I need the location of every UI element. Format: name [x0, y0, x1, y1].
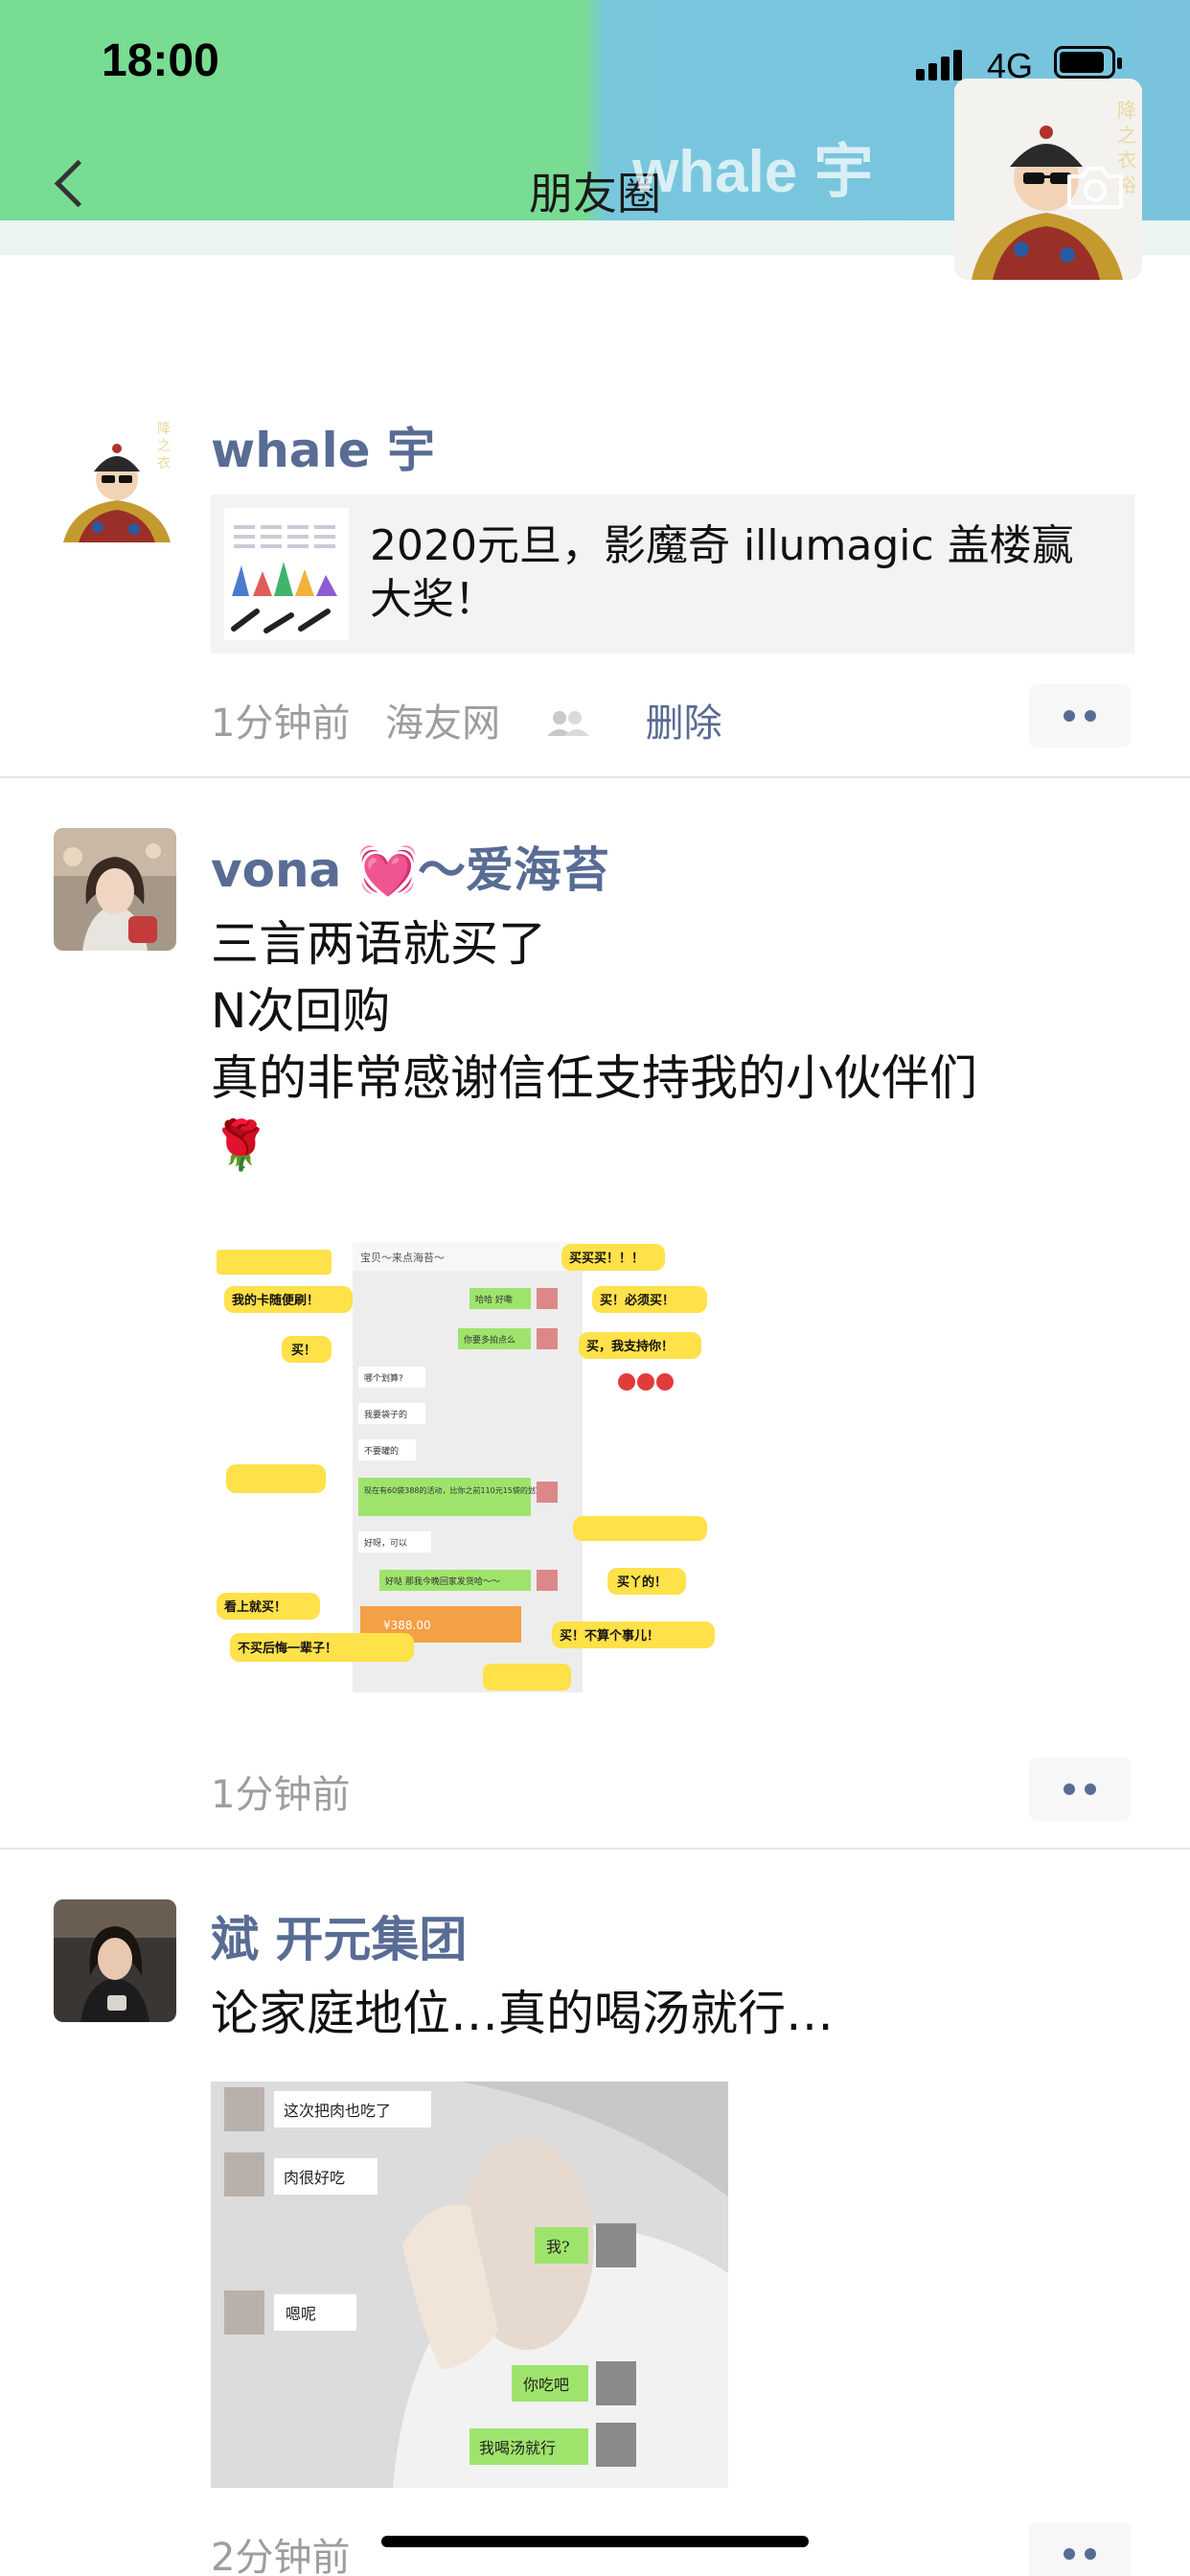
chat-bubble: 现在有60袋388的活动，比你之前110元15袋的划算更多	[364, 1485, 559, 1495]
sticker-text: 买！	[291, 1344, 316, 1358]
sticker-text: 买！必须买！	[600, 1293, 675, 1308]
post-source[interactable]: 海友网	[385, 702, 500, 746]
link-thumbnail	[224, 508, 349, 640]
avatar[interactable]: 降 之 衣	[54, 414, 182, 542]
more-actions-button[interactable]	[1029, 1758, 1131, 1821]
delete-link[interactable]: 删除	[646, 702, 722, 746]
sticker-text: 买丫的！	[617, 1575, 667, 1590]
chat-bubble: 不要罐的	[364, 1445, 399, 1457]
post-text-line: 🌹	[211, 1117, 271, 1173]
more-actions-button[interactable]	[1029, 2522, 1131, 2576]
svg-text:降: 降	[157, 422, 171, 437]
post-image[interactable]: 这次把肉也吃了 肉很好吃 我? 嗯呢 你吃吧 我喝汤就行	[211, 2082, 728, 2488]
chat-bubble: 哈哈 好嘞	[475, 1294, 513, 1305]
chat-bubble: 这次把肉也吃了	[284, 2102, 391, 2120]
cover-name: whale 宇	[632, 139, 874, 205]
author-name[interactable]: vona 💓～爱海苔	[211, 832, 609, 901]
sticker-text: 买！不算个事儿！	[560, 1628, 659, 1644]
sticker-text: 我的卡随便刷！	[232, 1293, 319, 1308]
post-meta: 1分钟前 海友网 删除	[211, 692, 722, 748]
post-text-line: 论家庭地位…真的喝汤就行…	[211, 1986, 834, 2041]
friends-visibility-icon	[546, 711, 589, 736]
post-time: 1分钟前	[211, 1773, 351, 1817]
svg-text:衣: 衣	[157, 456, 171, 472]
chat-bubble: 你吃吧	[523, 2376, 569, 2394]
more-actions-button[interactable]	[1029, 684, 1131, 748]
author-name[interactable]: 斌 开元集团	[211, 1901, 467, 1970]
post-image[interactable]: 宝贝～来点海苔～ 哈哈 好嘞 你要多拍点么 哪个划算? 我要袋子的 不要罐的 现…	[211, 1232, 728, 1696]
chat-bubble: 肉很好吃	[284, 2169, 345, 2187]
chat-bubble: 你要多拍点么	[464, 1334, 515, 1346]
home-indicator[interactable]	[381, 2536, 809, 2547]
svg-text:之: 之	[1117, 124, 1136, 147]
post-text: 论家庭地位…真的喝汤就行…	[211, 1980, 834, 2047]
chat-bubble: 好呀，可以	[364, 1537, 407, 1549]
chat-bubble: 嗯呢	[286, 2305, 316, 2323]
battery-icon	[1054, 46, 1122, 79]
sticker-text: 看上就买！	[224, 1599, 286, 1615]
camera-icon[interactable]	[1065, 165, 1125, 211]
avatar[interactable]	[54, 828, 176, 951]
signal-icon	[916, 50, 962, 80]
chat-bubble: 我喝汤就行	[479, 2439, 556, 2457]
sticker-text: 买买买！！！	[569, 1252, 644, 1266]
post-divider	[0, 1848, 1190, 1850]
chat-bubble: 我?	[546, 2238, 570, 2256]
post-time: 1分钟前	[211, 702, 351, 746]
post-text: 三言两语就买了 N次回购 真的非常感谢信任支持我的小伙伴们 🌹	[211, 910, 977, 1179]
chat-title: 宝贝～来点海苔～	[360, 1251, 445, 1264]
link-title: 2020元旦，影魔奇 illumagic 盖楼赢大奖！	[370, 521, 1074, 624]
status-time: 18:00	[102, 35, 219, 86]
author-name[interactable]: whale 宇	[211, 412, 435, 481]
sticker-text: 买，我支持你！	[586, 1339, 674, 1354]
link-card[interactable]: 2020元旦，影魔奇 illumagic 盖楼赢大奖！	[211, 494, 1134, 654]
chat-bubble: ¥388.00	[383, 1619, 431, 1632]
svg-text:之: 之	[157, 439, 171, 454]
avatar[interactable]	[54, 1899, 176, 2022]
post-text-line: 真的非常感谢信任支持我的小伙伴们	[211, 1050, 977, 1106]
sticker-text: 不买后悔一辈子！	[238, 1641, 337, 1656]
post-text-line: 三言两语就买了	[211, 916, 546, 972]
post-text-line: N次回购	[211, 983, 391, 1039]
post-time: 2分钟前	[211, 2536, 351, 2576]
post-divider	[0, 776, 1190, 778]
chat-bubble: 好哒 那我今晚回家发货哈～～	[385, 1576, 500, 1587]
svg-text:降: 降	[1117, 99, 1136, 122]
chat-bubble: 哪个划算?	[364, 1372, 403, 1384]
chat-bubble: 我要袋子的	[364, 1409, 407, 1420]
